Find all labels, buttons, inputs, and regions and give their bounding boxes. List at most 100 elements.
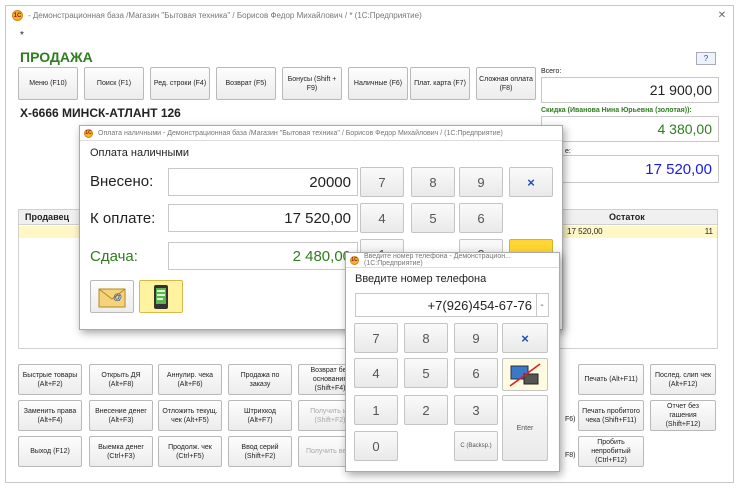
svg-text:@: @ <box>113 292 122 302</box>
phone-input[interactable]: +7(926)454-67-76 <box>355 293 537 317</box>
phone-key-0[interactable]: 7 <box>354 323 398 353</box>
cash-key-5[interactable]: 5 <box>411 203 455 233</box>
print-issued-receipt-button[interactable]: Печать пробитого чека (Shift+F11) <box>578 400 644 431</box>
row-amount: 17 520,00 <box>567 227 603 236</box>
cash-out-button[interactable]: Выемка денег (Ctrl+F3) <box>89 436 153 467</box>
phone-key-5[interactable]: 5 <box>404 358 448 388</box>
column-seller: Продавец <box>25 212 70 222</box>
change-field: 2 480,00 <box>168 242 358 270</box>
cash-button[interactable]: Наличные (F6) <box>348 67 408 100</box>
cash-key-0[interactable]: 7 <box>360 167 404 197</box>
app-logo-icon: 1С <box>12 10 23 21</box>
cancel-receipt-button[interactable]: Аннулир. чека (Alt+F6) <box>158 364 222 395</box>
total-label: Всего: <box>541 68 562 75</box>
phone-key-8[interactable]: 2 <box>404 395 448 425</box>
discount-field: 4 380,00 <box>541 116 719 142</box>
envelope-icon: @ <box>98 288 126 307</box>
card-button[interactable]: Плат. карта (F7) <box>410 67 470 100</box>
cash-key-2[interactable]: 9 <box>459 167 503 197</box>
print-button[interactable]: Печать (Alt+F11) <box>578 364 644 395</box>
due-value: 17 520,00 <box>284 209 351 227</box>
phone-key-9[interactable]: 3 <box>454 395 498 425</box>
replace-rights-button[interactable]: Заменить права (Alt+F4) <box>18 400 82 431</box>
phone-dropdown-button[interactable]: - <box>536 293 549 317</box>
sale-by-order-button[interactable]: Продажа по заказу <box>228 364 292 395</box>
page-title: ПРОДАЖА <box>20 49 93 65</box>
close-window-button[interactable]: ✕ <box>715 9 729 21</box>
total-field: 21 900,00 <box>541 77 719 103</box>
cash-dialog-logo-icon: 1С <box>84 128 93 138</box>
menu-button[interactable]: Меню (F10) <box>18 67 78 100</box>
discount-label: Скидка (Иванова Нина Юрьевна (золотая)): <box>541 107 692 114</box>
phone-dialog-heading: Введите номер телефона <box>355 273 487 285</box>
search-button[interactable]: Поиск (F1) <box>84 67 144 100</box>
due-field: 17 520,00 <box>168 204 358 232</box>
cash-dialog-heading: Оплата наличными <box>90 147 190 159</box>
keyboard-toggle-button[interactable] <box>502 358 548 391</box>
edit-row-button[interactable]: Ред. строки (F4) <box>150 67 210 100</box>
product-name: Х-6666 МИНСК-АТЛАНТ 126 <box>20 106 181 120</box>
help-icon: ? <box>703 54 709 63</box>
phone-dialog-title: Введите номер телефона - Демонстрацион..… <box>364 253 511 267</box>
enter-series-button[interactable]: Ввод серий (Shift+F2) <box>228 436 292 467</box>
postpone-receipt-button[interactable]: Отложить текущ. чек (Alt+F5) <box>158 400 222 431</box>
main-titlebar: 1С - Демонстрационная база /Магазин "Быт… <box>6 6 733 25</box>
change-label: Сдача: <box>90 248 138 265</box>
pay-value: 17 520,00 <box>645 160 712 178</box>
cash-in-button[interactable]: Внесение денег (Alt+F3) <box>89 400 153 431</box>
phone-number-dialog: 1С Введите номер телефона - Демонстрацио… <box>345 252 560 472</box>
enter-button[interactable]: Enter <box>502 395 548 461</box>
cash-key-3[interactable]: × <box>509 167 553 197</box>
barcode-button[interactable]: Штрихкод (Alt+F7) <box>228 400 292 431</box>
phone-dialog-logo-icon: 1С <box>350 255 359 265</box>
chevron-down-icon: - <box>540 299 544 311</box>
cash-key-4[interactable]: 4 <box>360 203 404 233</box>
phone-key-4[interactable]: 4 <box>354 358 398 388</box>
cash-key-6[interactable]: 6 <box>459 203 503 233</box>
enter-label: Enter <box>516 424 534 432</box>
due-label: К оплате: <box>90 210 156 227</box>
x-report-button[interactable]: Отчет без гашения (Shift+F12) <box>650 400 716 431</box>
phone-key-6[interactable]: 6 <box>454 358 498 388</box>
edge-label-f6: F6) <box>565 416 576 423</box>
issue-unissued-button[interactable]: Пробить непробитый (Ctrl+F12) <box>578 436 644 467</box>
return-button[interactable]: Возврат (F5) <box>216 67 276 100</box>
discount-value: 4 380,00 <box>657 121 713 137</box>
total-value: 21 900,00 <box>649 82 712 98</box>
open-box-button[interactable]: Открыть ДЯ (Alt+F8) <box>89 364 153 395</box>
phone-key-10[interactable]: 0 <box>354 431 398 461</box>
phone-dialog-titlebar: 1С Введите номер телефона - Демонстрацио… <box>346 253 559 268</box>
paid-label: Внесено: <box>90 173 154 190</box>
screen-keyboard-icon <box>509 362 541 387</box>
modified-marker: * <box>20 30 24 41</box>
cash-dialog-title: Оплата наличными - Демонстрационная база… <box>98 129 503 137</box>
edge-label-f8: F8) <box>565 452 576 459</box>
bonus-button[interactable]: Бонусы (Shift + F9) <box>282 67 342 100</box>
backspace-button[interactable]: С (Backsp.) <box>454 431 498 461</box>
change-value: 2 480,00 <box>292 247 351 265</box>
last-slip-button[interactable]: Послед. слип чек (Alt+F12) <box>650 364 716 395</box>
paid-input[interactable]: 20000 <box>168 168 358 196</box>
backspace-label: С (Backsp.) <box>460 443 492 449</box>
phone-key-2[interactable]: 9 <box>454 323 498 353</box>
quick-goods-button[interactable]: Быстрые товары (Alt+F2) <box>18 364 82 395</box>
phone-value: +7(926)454-67-76 <box>427 297 532 313</box>
exit-button[interactable]: Выход (F12) <box>18 436 82 467</box>
phone-key-3[interactable]: × <box>502 323 548 353</box>
help-button[interactable]: ? <box>696 52 716 65</box>
phone-key-7[interactable]: 1 <box>354 395 398 425</box>
main-window-title: - Демонстрационная база /Магазин "Бытова… <box>28 11 422 20</box>
continue-receipt-button[interactable]: Продолж. чек (Ctrl+F5) <box>158 436 222 467</box>
pay-field: 17 520,00 <box>541 155 719 183</box>
cash-key-1[interactable]: 8 <box>411 167 455 197</box>
column-rest: Остаток <box>609 212 645 222</box>
pay-label: е: <box>565 148 571 155</box>
email-receipt-button[interactable]: @ <box>90 280 134 313</box>
phone-icon <box>154 284 168 309</box>
complex-payment-button[interactable]: Сложная оплата (F8) <box>476 67 536 100</box>
cash-dialog-titlebar: 1С Оплата наличными - Демонстрационная б… <box>80 126 562 141</box>
paid-value: 20000 <box>309 173 351 191</box>
sms-receipt-button[interactable] <box>139 280 183 313</box>
phone-key-1[interactable]: 8 <box>404 323 448 353</box>
row-rest: 11 <box>704 227 713 236</box>
